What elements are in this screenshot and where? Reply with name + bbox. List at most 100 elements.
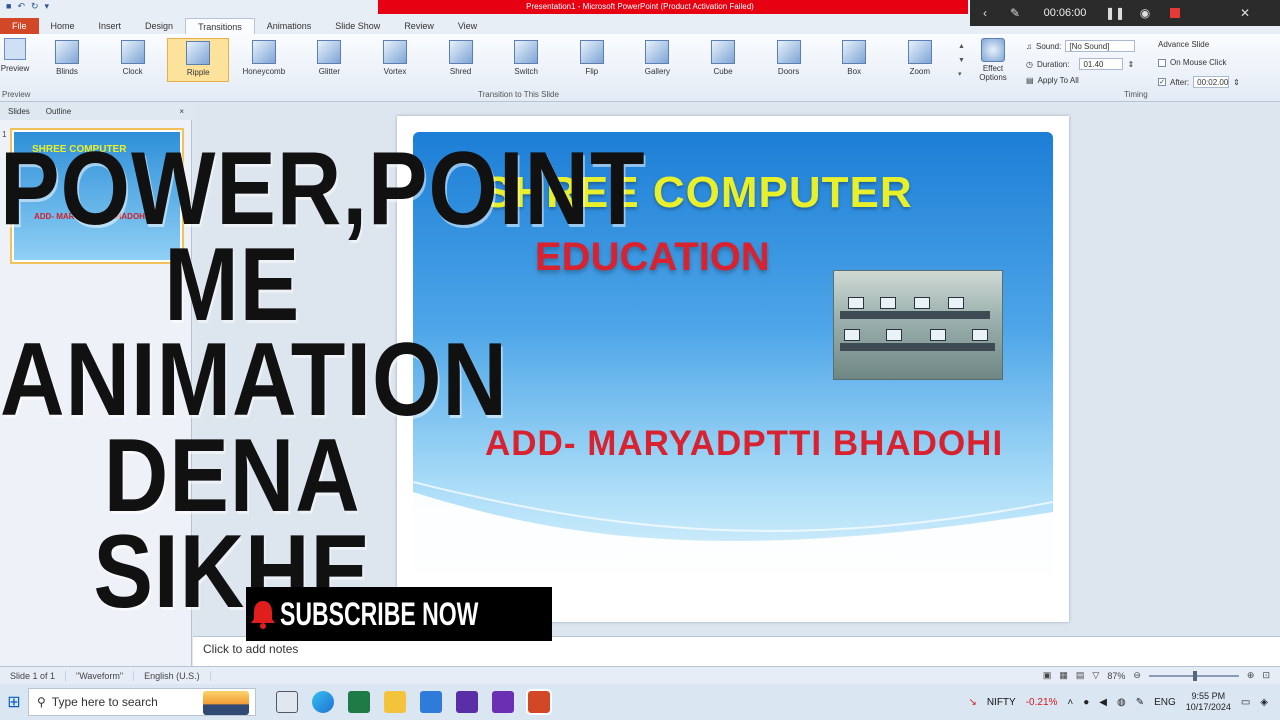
transition-glitter[interactable]: Glitter [298,38,360,82]
notification-icon[interactable]: ▭ [1241,697,1250,708]
pause-icon[interactable]: ❚❚ [1100,6,1130,20]
sound-select[interactable]: [No Sound] [1065,40,1136,52]
search-icon: ⚲ [37,695,46,709]
nifty-label[interactable]: NIFTY [987,697,1016,708]
transition-honeycomb[interactable]: Honeycomb [233,38,295,82]
edge-icon[interactable] [312,691,334,713]
on-mouse-click-checkbox[interactable] [1158,58,1166,67]
slide-sorter-icon[interactable]: ▦ [1059,670,1068,681]
after-input[interactable]: 00:02.00 [1193,76,1230,88]
transition-label: Cube [713,67,733,76]
tab-animations[interactable]: Animations [255,18,324,34]
switch-icon [514,40,539,64]
advance-slide-label: Advance Slide [1158,40,1210,49]
zoom-in-icon[interactable]: ⊕ [1247,670,1255,681]
chevron-up-icon[interactable]: ˄ [1067,697,1073,708]
recording-time: 00:06:00 [1043,7,1087,19]
headline-line-2: ME [164,226,301,343]
reading-view-icon[interactable]: ▤ [1076,670,1085,681]
transition-label: Doors [777,67,800,76]
pen-icon[interactable]: ✎ [1000,6,1030,20]
transition-box[interactable]: Box [823,38,885,82]
gallery-icon [645,40,670,64]
transition-zoom[interactable]: Zoom [889,38,951,82]
pen-tray-icon[interactable]: ✎ [1136,697,1144,708]
language-indicator[interactable]: ENG [1154,697,1176,708]
nifty-change: -0.21% [1025,696,1058,708]
after-label: After: [1170,77,1190,87]
notes-placeholder: Click to add notes [203,642,299,656]
transition-gallery[interactable]: Gallery [626,38,688,82]
transition-clock[interactable]: Clock [102,38,164,82]
transition-ripple[interactable]: Ripple [167,38,230,82]
taskbar-search[interactable]: ⚲ Type here to search [28,688,256,716]
apply-to-all-button[interactable]: Apply To All [1038,76,1079,85]
slideshow-icon[interactable]: ▽ [1092,670,1099,681]
tab-outline[interactable]: Outline [38,104,79,120]
mic-icon[interactable]: ● [1083,697,1089,708]
language[interactable]: English (U.S.) [134,670,211,681]
tab-insert[interactable]: Insert [87,18,134,34]
excel-icon[interactable] [348,691,370,713]
transition-label: Zoom [909,67,931,76]
transition-shred[interactable]: Shred [430,38,492,82]
search-highlight-image [203,691,249,715]
gallery-scroll[interactable]: ▲ ▼ ▾ [958,40,965,82]
store-icon[interactable] [420,691,442,713]
zoom-level[interactable]: 87% [1107,671,1125,681]
transition-label: Shred [449,67,472,76]
windows-start-icon[interactable]: ⊞ [0,692,28,712]
after-spinner[interactable]: ⇕ [1233,78,1240,87]
window-title: Presentation1 - Microsoft PowerPoint (Pr… [526,2,754,11]
effect-options-button[interactable]: Effect Options [970,38,1016,82]
tab-transitions[interactable]: Transitions [185,18,255,34]
copilot-icon[interactable]: ◈ [1260,697,1268,708]
effect-options-icon [981,38,1005,62]
tab-review[interactable]: Review [392,18,446,34]
transition-doors[interactable]: Doors [758,38,820,82]
file-explorer-icon[interactable] [384,691,406,713]
video-headline: POWER,POINT ME ANIMATION DENA SIKHE [0,131,646,624]
transition-blinds[interactable]: Blinds [36,38,98,82]
duration-input[interactable]: 01.40 [1079,58,1124,70]
tab-slides[interactable]: Slides [0,104,38,120]
transition-switch[interactable]: Switch [495,38,557,82]
app-icon-2[interactable] [492,691,514,713]
preview-button[interactable]: Preview [0,38,30,98]
timing-group: ♫ Sound: [No Sound] ◷ Duration: 01.40 ⇕ … [1022,38,1280,99]
app-icon-1[interactable] [456,691,478,713]
classroom-photo[interactable] [833,270,1003,380]
task-view-icon[interactable] [276,691,298,713]
clock[interactable]: 9:55 PM 10/17/2024 [1186,691,1231,713]
transition-flip[interactable]: Flip [561,38,623,82]
transition-cube[interactable]: Cube [692,38,754,82]
theme-name: "Waveform" [66,670,135,681]
stop-icon[interactable] [1170,8,1180,18]
headline-line-1: POWER,POINT [0,131,646,247]
network-icon[interactable]: ◍ [1117,697,1126,708]
tab-slide-show[interactable]: Slide Show [323,18,392,34]
transition-vortex[interactable]: Vortex [364,38,426,82]
close-icon[interactable]: ✕ [1230,6,1260,20]
after-checkbox[interactable]: ✓ [1158,78,1166,86]
transition-gallery: Blinds Clock Ripple Honeycomb Glitter Vortex S… [36,38,966,86]
tab-design[interactable]: Design [133,18,185,34]
duration-spinner[interactable]: ⇕ [1127,60,1134,69]
zoom-out-icon[interactable]: ⊖ [1133,670,1141,681]
tab-view[interactable]: View [446,18,489,34]
zoom-slider[interactable] [1148,670,1239,681]
subscribe-banner[interactable]: SUBSCRIBE NOW [246,587,552,641]
collapse-icon[interactable]: ‹ [970,6,1000,20]
normal-view-icon[interactable]: ▣ [1043,670,1052,681]
transition-label: Honeycomb [242,67,286,76]
stock-chart-icon: ↘ [968,696,977,708]
pane-close-icon[interactable]: × [171,104,192,120]
camera-icon[interactable]: ◉ [1130,6,1160,20]
fit-slide-icon[interactable]: ⊡ [1262,670,1270,681]
powerpoint-icon[interactable] [526,689,552,715]
tab-file[interactable]: File [0,18,39,34]
zoom-icon [907,40,932,64]
tab-home[interactable]: Home [39,18,87,34]
volume-icon[interactable]: ◀ [1099,697,1107,708]
slide-address[interactable]: ADD- MARYADPTTI BHADOHI [485,424,1003,464]
